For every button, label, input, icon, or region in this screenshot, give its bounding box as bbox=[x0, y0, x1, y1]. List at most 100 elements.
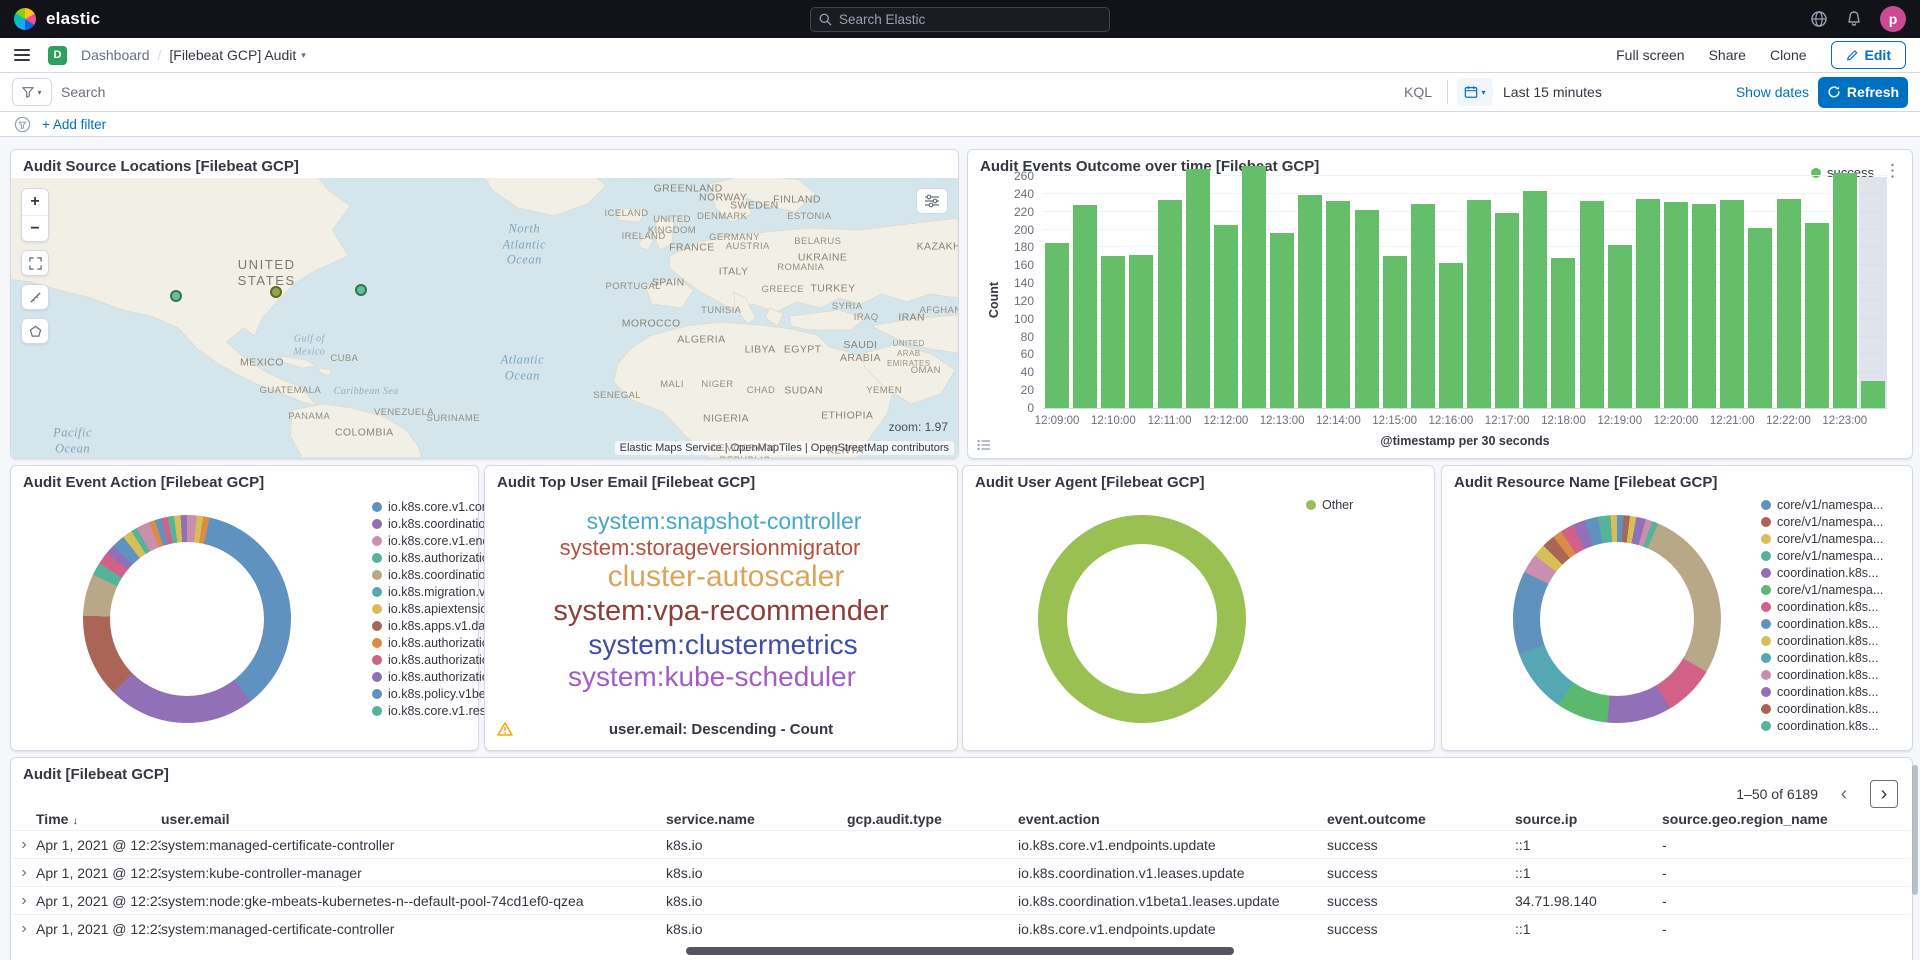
elastic-logo-icon[interactable] bbox=[14, 8, 36, 30]
table-cell: success bbox=[1327, 921, 1515, 937]
user-agent-donut[interactable] bbox=[1038, 515, 1246, 723]
legend-item[interactable]: core/v1/namespa... bbox=[1761, 496, 1883, 513]
map-marker[interactable] bbox=[270, 286, 282, 298]
column-header[interactable]: gcp.audit.type bbox=[847, 811, 1018, 827]
show-dates-button[interactable]: Show dates bbox=[1736, 84, 1809, 100]
event-action-donut[interactable] bbox=[83, 515, 291, 723]
legend-dot-icon bbox=[1761, 653, 1771, 663]
legend-label: core/v1/namespa... bbox=[1777, 583, 1883, 597]
column-header[interactable]: Time↓ bbox=[36, 811, 161, 827]
legend-dot-icon bbox=[1761, 500, 1771, 510]
legend-dot bbox=[1811, 168, 1821, 178]
user-avatar[interactable]: p bbox=[1880, 6, 1906, 32]
saved-query-button[interactable]: ▾ bbox=[12, 78, 52, 106]
legend-item[interactable]: coordination.k8s... bbox=[1761, 700, 1883, 717]
draw-tool-button[interactable] bbox=[21, 318, 49, 344]
column-header[interactable]: service.name bbox=[666, 811, 847, 827]
calendar-button[interactable]: ▾ bbox=[1457, 78, 1493, 106]
search-query-input[interactable] bbox=[61, 84, 1389, 100]
world-map[interactable]: + − zoom: 1.97 Elastic Maps Service | Op… bbox=[11, 178, 958, 458]
bell-icon[interactable] bbox=[1845, 10, 1863, 28]
query-language-button[interactable]: KQL bbox=[1398, 84, 1438, 100]
legend-item[interactable]: core/v1/namespa... bbox=[1761, 581, 1883, 598]
x-tick-label: 12:17:00 bbox=[1485, 415, 1530, 427]
column-header[interactable]: source.ip bbox=[1515, 811, 1662, 827]
bar bbox=[1692, 204, 1716, 408]
legend-item[interactable]: coordination.k8s... bbox=[1761, 683, 1883, 700]
global-search[interactable] bbox=[810, 7, 1110, 32]
column-header[interactable]: event.action bbox=[1018, 811, 1327, 827]
fit-to-data-button[interactable] bbox=[21, 250, 49, 276]
refresh-button[interactable]: Refresh bbox=[1818, 77, 1908, 108]
table-row[interactable]: ›Apr 1, 2021 @ 12:23:35.486system:manage… bbox=[12, 914, 1911, 942]
user-agent-legend: Other bbox=[1306, 496, 1353, 513]
x-tick-label: 12:22:00 bbox=[1766, 415, 1811, 427]
table-cell: - bbox=[1662, 921, 1911, 937]
next-page-button[interactable]: › bbox=[1870, 780, 1898, 808]
expand-row-button[interactable]: › bbox=[12, 892, 36, 910]
bar bbox=[1580, 201, 1604, 408]
column-header[interactable]: event.outcome bbox=[1327, 811, 1515, 827]
panel-title: Audit Top User Email [Filebeat GCP] bbox=[485, 466, 957, 491]
legend-item[interactable]: core/v1/namespa... bbox=[1761, 530, 1883, 547]
time-range-label[interactable]: Last 15 minutes bbox=[1503, 84, 1602, 100]
menu-icon[interactable] bbox=[14, 49, 30, 61]
legend-toggle-icon[interactable] bbox=[977, 439, 991, 451]
edit-button[interactable]: Edit bbox=[1831, 41, 1906, 69]
legend-item[interactable]: coordination.k8s... bbox=[1761, 717, 1883, 734]
filter-manage-icon[interactable] bbox=[14, 116, 31, 133]
legend-item[interactable]: Other bbox=[1306, 496, 1353, 513]
expand-row-button[interactable]: › bbox=[12, 920, 36, 938]
panel-title: Audit User Agent [Filebeat GCP] bbox=[963, 466, 1434, 491]
legend-item[interactable]: coordination.k8s... bbox=[1761, 666, 1883, 683]
map-marker[interactable] bbox=[170, 290, 182, 302]
pagination-label: 1–50 of 6189 bbox=[1736, 786, 1818, 802]
legend-item[interactable]: coordination.k8s... bbox=[1761, 632, 1883, 649]
tag-cloud-word[interactable]: system:vpa-recommender bbox=[553, 595, 888, 629]
zoom-controls: + − bbox=[21, 188, 49, 242]
expand-row-button[interactable]: › bbox=[12, 864, 36, 882]
tag-cloud-word[interactable]: cluster-autoscaler bbox=[608, 560, 845, 595]
legend-item[interactable]: coordination.k8s... bbox=[1761, 615, 1883, 632]
map-marker[interactable] bbox=[355, 284, 367, 296]
legend-label: coordination.k8s... bbox=[1777, 617, 1878, 631]
clone-button[interactable]: Clone bbox=[1770, 47, 1807, 63]
globe-icon[interactable] bbox=[1810, 10, 1828, 28]
previous-page-button[interactable]: ‹ bbox=[1830, 780, 1858, 808]
chevron-down-icon[interactable]: ▾ bbox=[301, 50, 306, 61]
breadcrumb-dashboard[interactable]: Dashboard bbox=[81, 47, 150, 63]
zoom-in-button[interactable]: + bbox=[22, 189, 48, 215]
tag-cloud-word[interactable]: system:clustermetrics bbox=[588, 629, 857, 661]
measure-tool-button[interactable] bbox=[21, 284, 49, 310]
add-filter-button[interactable]: + Add filter bbox=[42, 117, 106, 132]
full-screen-button[interactable]: Full screen bbox=[1616, 47, 1684, 63]
legend-item[interactable]: core/v1/namespa... bbox=[1761, 513, 1883, 530]
column-header[interactable]: user.email bbox=[161, 811, 666, 827]
bar bbox=[1523, 191, 1547, 408]
column-header[interactable]: source.geo.region_name bbox=[1662, 811, 1911, 827]
breadcrumb-current[interactable]: [Filebeat GCP] Audit bbox=[169, 47, 296, 63]
tag-cloud-word[interactable]: system:snapshot-controller bbox=[587, 508, 862, 535]
legend-item[interactable]: coordination.k8s... bbox=[1761, 598, 1883, 615]
vertical-scrollbar[interactable] bbox=[1912, 765, 1918, 895]
table-row[interactable]: ›Apr 1, 2021 @ 12:23:35.500system:node:g… bbox=[12, 886, 1911, 914]
zoom-out-button[interactable]: − bbox=[22, 215, 48, 241]
legend-item[interactable]: core/v1/namespa... bbox=[1761, 547, 1883, 564]
tag-cloud-word[interactable]: system:storageversionmigrator bbox=[560, 535, 861, 561]
global-search-input[interactable] bbox=[839, 12, 1101, 27]
table-cell: Apr 1, 2021 @ 12:23:35.500 bbox=[36, 893, 161, 909]
donut-hole bbox=[1540, 542, 1694, 696]
tag-cloud-word[interactable]: system:kube-scheduler bbox=[568, 661, 856, 693]
share-button[interactable]: Share bbox=[1709, 47, 1746, 63]
horizontal-scrollbar[interactable] bbox=[686, 947, 1234, 955]
bar bbox=[1383, 256, 1407, 408]
table-row[interactable]: ›Apr 1, 2021 @ 12:23:37.494system:manage… bbox=[12, 830, 1911, 858]
layer-settings-button[interactable] bbox=[916, 188, 948, 214]
dashboard-app-badge[interactable]: D bbox=[48, 46, 67, 65]
map-attribution[interactable]: Elastic Maps Service | OpenMapTiles | Op… bbox=[615, 441, 954, 455]
resource-name-donut[interactable] bbox=[1513, 515, 1721, 723]
expand-row-button[interactable]: › bbox=[12, 836, 36, 854]
table-row[interactable]: ›Apr 1, 2021 @ 12:23:35.855system:kube-c… bbox=[12, 858, 1911, 886]
legend-item[interactable]: coordination.k8s... bbox=[1761, 564, 1883, 581]
legend-item[interactable]: coordination.k8s... bbox=[1761, 649, 1883, 666]
